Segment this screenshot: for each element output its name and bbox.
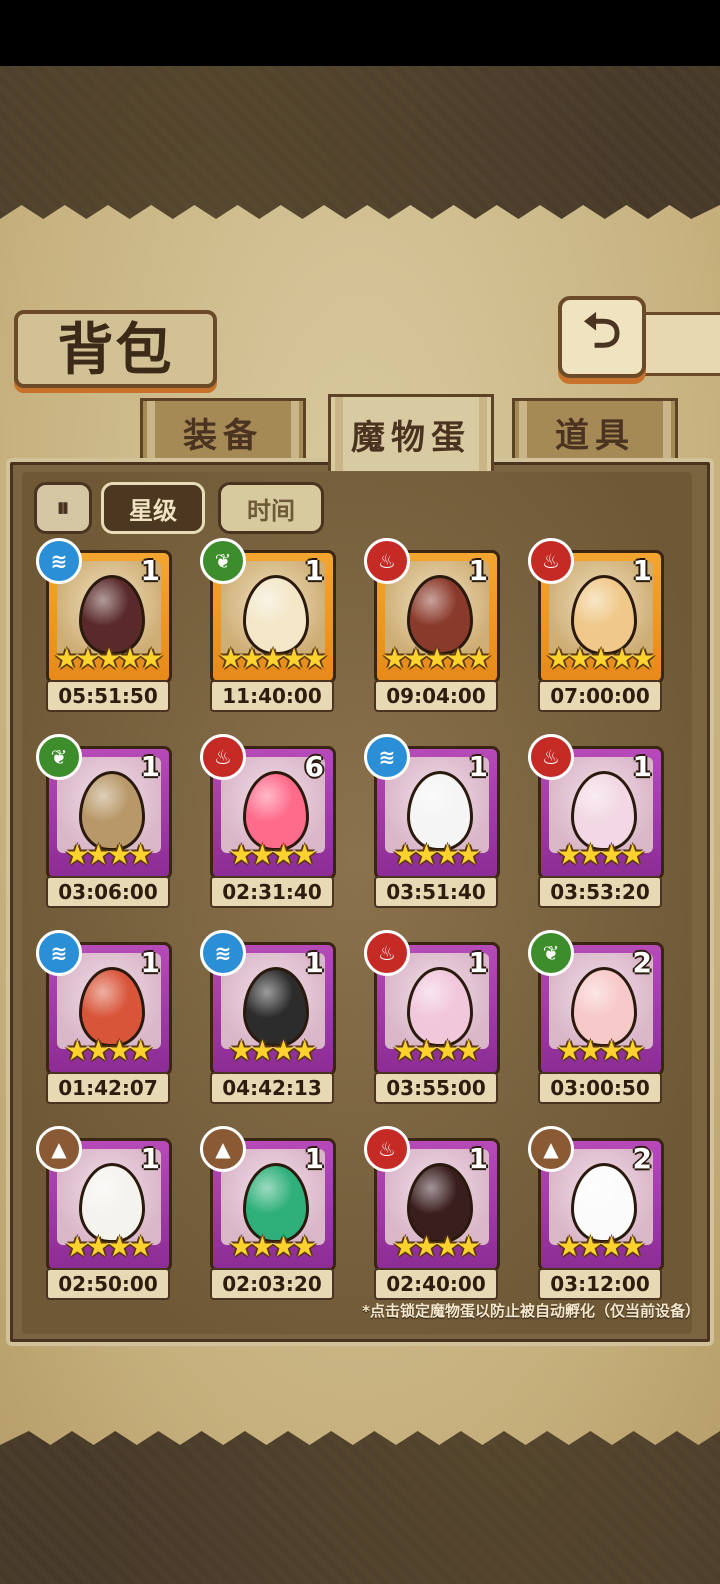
- egg-hatch-timer: 03:51:40: [374, 876, 498, 908]
- leaf-element-icon: ❦: [200, 538, 246, 584]
- egg-stars: ★★★★: [228, 838, 317, 871]
- egg-count: 1: [140, 946, 160, 979]
- leaf-element-icon: ❦: [36, 734, 82, 780]
- fire-element-icon: ♨: [528, 734, 574, 780]
- back-button[interactable]: ⮌: [558, 296, 646, 378]
- fire-element-icon: ♨: [364, 930, 410, 976]
- pause-icon: ⏸: [56, 492, 70, 523]
- egg-stars: ★★★★: [392, 838, 481, 871]
- egg-hatch-timer: 03:55:00: [374, 1072, 498, 1104]
- egg-hatch-timer: 03:06:00: [46, 876, 170, 908]
- egg-card[interactable]: ♨ 1 ★★★★★ 07:00:00: [528, 538, 664, 712]
- egg-count: 1: [468, 1142, 488, 1175]
- egg-count: 1: [304, 946, 324, 979]
- egg-stars: ★★★★: [64, 1230, 153, 1263]
- egg-count: 1: [468, 554, 488, 587]
- egg-hatch-timer: 09:04:00: [374, 680, 498, 712]
- egg-stars: ★★★★: [556, 838, 645, 871]
- egg-stars: ★★★★: [228, 1230, 317, 1263]
- egg-stars: ★★★★: [556, 1230, 645, 1263]
- egg-count: 1: [468, 750, 488, 783]
- egg-stars: ★★★★: [556, 1034, 645, 1067]
- water-element-icon: ≋: [36, 538, 82, 584]
- egg-count: 1: [632, 554, 652, 587]
- egg-count: 1: [140, 750, 160, 783]
- fire-element-icon: ♨: [364, 1126, 410, 1172]
- earth-element-icon: ▲: [200, 1126, 246, 1172]
- back-arrow-icon: ⮌: [582, 302, 622, 359]
- egg-hatch-timer: 02:50:00: [46, 1268, 170, 1300]
- egg-card[interactable]: ▲ 2 ★★★★ 03:12:00: [528, 1126, 664, 1300]
- tab-equipment[interactable]: 装备: [140, 398, 306, 463]
- water-element-icon: ≋: [364, 734, 410, 780]
- egg-grid: ≋ 1 ★★★★★ 05:51:50 ❦ 1 ★★★★★ 11:40:00 ♨ 1 ★★★★★ 09:…: [36, 538, 680, 1306]
- egg-stars: ★★★★: [228, 1034, 317, 1067]
- egg-card[interactable]: ▲ 1 ★★★★ 02:50:00: [36, 1126, 172, 1300]
- egg-card[interactable]: ❦ 2 ★★★★ 03:00:50: [528, 930, 664, 1104]
- egg-hatch-timer: 03:12:00: [538, 1268, 662, 1300]
- fire-element-icon: ♨: [200, 734, 246, 780]
- page-title: 背包: [57, 316, 174, 383]
- tab-equipment-label: 装备: [183, 415, 263, 456]
- egg-count: 1: [304, 1142, 324, 1175]
- egg-card[interactable]: ▲ 1 ★★★★ 02:03:20: [200, 1126, 336, 1300]
- egg-count: 2: [632, 1142, 652, 1175]
- egg-count: 1: [468, 946, 488, 979]
- egg-count: 1: [140, 554, 160, 587]
- egg-hatch-timer: 01:42:07: [46, 1072, 170, 1104]
- egg-count: 2: [632, 946, 652, 979]
- water-element-icon: ≋: [200, 930, 246, 976]
- egg-card[interactable]: ♨ 6 ★★★★ 02:31:40: [200, 734, 336, 908]
- earth-element-icon: ▲: [36, 1126, 82, 1172]
- status-bar: [0, 0, 720, 66]
- egg-hatch-timer: 03:53:20: [538, 876, 662, 908]
- egg-hatch-timer: 03:00:50: [538, 1072, 662, 1104]
- egg-stars: ★★★★: [392, 1230, 481, 1263]
- sort-by-stars-button[interactable]: 星级: [101, 482, 205, 534]
- egg-hatch-timer: 05:51:50: [46, 680, 170, 712]
- egg-stars: ★★★★★: [382, 642, 492, 675]
- egg-card[interactable]: ♨ 1 ★★★★ 03:53:20: [528, 734, 664, 908]
- egg-card[interactable]: ❦ 1 ★★★★★ 11:40:00: [200, 538, 336, 712]
- egg-count: 1: [304, 554, 324, 587]
- egg-card[interactable]: ≋ 1 ★★★★ 03:51:40: [364, 734, 500, 908]
- tab-monster-eggs-label: 魔物蛋: [351, 417, 471, 458]
- egg-stars: ★★★★★: [546, 642, 656, 675]
- egg-hatch-timer: 11:40:00: [210, 680, 334, 712]
- leaf-element-icon: ❦: [528, 930, 574, 976]
- egg-card[interactable]: ♨ 1 ★★★★ 03:55:00: [364, 930, 500, 1104]
- egg-stars: ★★★★★: [54, 642, 164, 675]
- page-title-plate: 背包: [14, 310, 217, 388]
- egg-stars: ★★★★★: [218, 642, 328, 675]
- egg-card[interactable]: ❦ 1 ★★★★ 03:06:00: [36, 734, 172, 908]
- egg-card[interactable]: ≋ 1 ★★★★ 04:42:13: [200, 930, 336, 1104]
- egg-card[interactable]: ≋ 1 ★★★★★ 05:51:50: [36, 538, 172, 712]
- tab-monster-eggs[interactable]: 魔物蛋: [328, 394, 494, 471]
- earth-element-icon: ▲: [528, 1126, 574, 1172]
- egg-hatch-timer: 02:40:00: [374, 1268, 498, 1300]
- tab-items-label: 道具: [555, 415, 635, 456]
- egg-hatch-timer: 02:31:40: [210, 876, 334, 908]
- egg-hatch-timer: 07:00:00: [538, 680, 662, 712]
- hint-text: *点击锁定魔物蛋以防止被自动孵化（仅当前设备）: [362, 1302, 700, 1320]
- pause-button[interactable]: ⏸: [34, 482, 92, 534]
- egg-count: 1: [140, 1142, 160, 1175]
- egg-card[interactable]: ♨ 1 ★★★★ 02:40:00: [364, 1126, 500, 1300]
- egg-hatch-timer: 04:42:13: [210, 1072, 334, 1104]
- tab-items[interactable]: 道具: [512, 398, 678, 463]
- egg-card[interactable]: ≋ 1 ★★★★ 01:42:07: [36, 930, 172, 1104]
- egg-count: 1: [632, 750, 652, 783]
- egg-hatch-timer: 02:03:20: [210, 1268, 334, 1300]
- egg-stars: ★★★★: [392, 1034, 481, 1067]
- egg-stars: ★★★★: [64, 838, 153, 871]
- water-element-icon: ≋: [36, 930, 82, 976]
- fire-element-icon: ♨: [528, 538, 574, 584]
- fire-element-icon: ♨: [364, 538, 410, 584]
- sort-by-time-button[interactable]: 时间: [218, 482, 324, 534]
- egg-count: 6: [304, 750, 324, 783]
- egg-stars: ★★★★: [64, 1034, 153, 1067]
- egg-card[interactable]: ♨ 1 ★★★★★ 09:04:00: [364, 538, 500, 712]
